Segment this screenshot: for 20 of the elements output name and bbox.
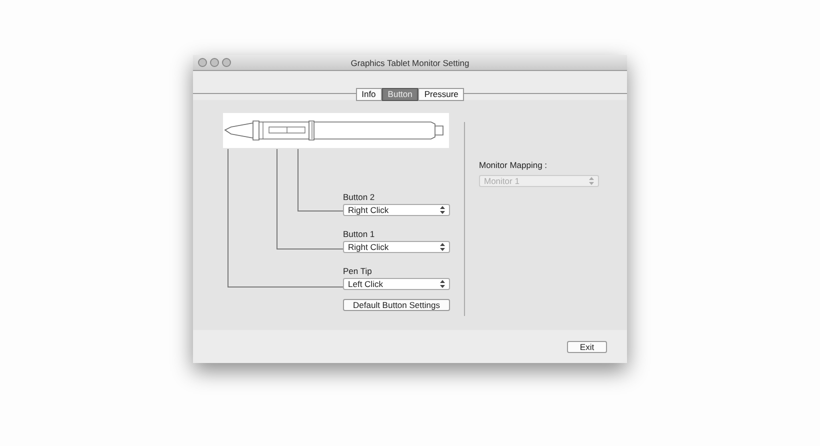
field-label: Monitor Mapping :: [479, 160, 548, 171]
stepper-icon: [440, 206, 445, 214]
zoom-button[interactable]: [222, 58, 231, 67]
tab[interactable]: Button: [382, 88, 418, 101]
stepper-icon: [440, 280, 445, 288]
dropdown[interactable]: Left Click: [343, 278, 450, 290]
close-button[interactable]: [198, 58, 207, 67]
field-label: Pen Tip: [343, 266, 372, 277]
default-settings-button[interactable]: Default Button Settings: [343, 299, 450, 311]
minimize-button[interactable]: [210, 58, 219, 67]
field-label: Button 2: [343, 192, 375, 203]
tab[interactable]: Info: [356, 88, 382, 101]
stepper-icon: [440, 243, 445, 251]
exit-button[interactable]: Exit: [567, 340, 607, 352]
stepper-icon: [589, 177, 594, 185]
dropdown[interactable]: Right Click: [343, 241, 450, 253]
window-title: Graphics Tablet Monitor Setting: [350, 58, 470, 68]
field-label: Button 1: [343, 229, 375, 240]
dropdown[interactable]: Right Click: [343, 204, 450, 216]
tab[interactable]: Pressure: [418, 88, 464, 101]
